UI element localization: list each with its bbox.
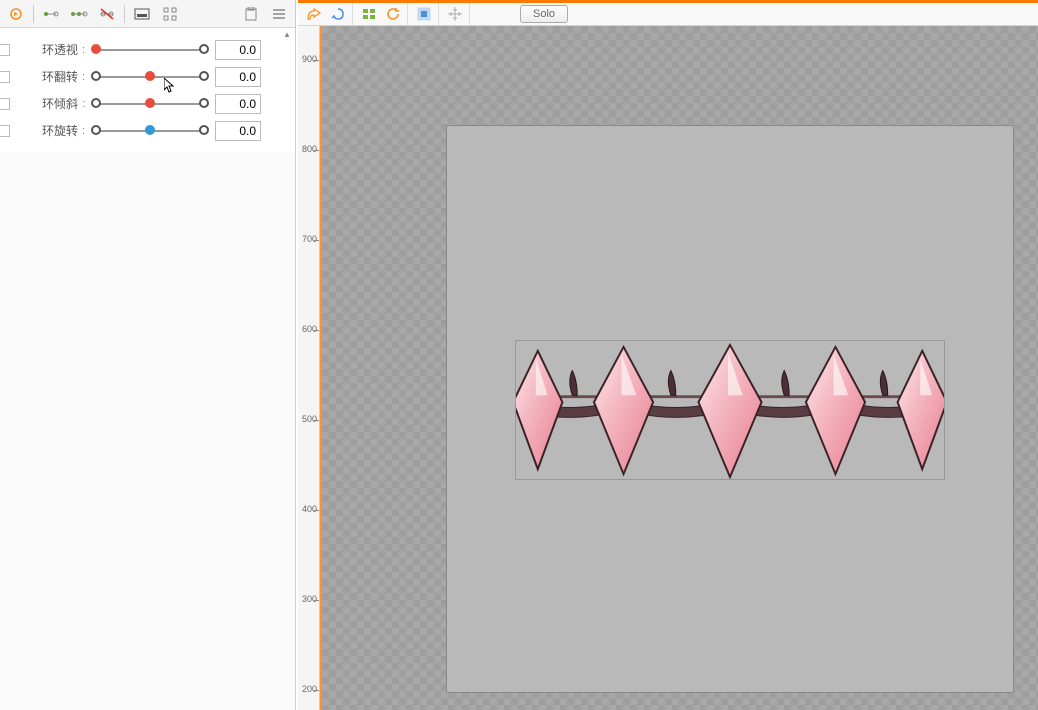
param-row-rotate: 环旋转 : bbox=[2, 117, 293, 144]
ruler-mark: 300 bbox=[297, 594, 317, 604]
param-checkbox[interactable] bbox=[0, 44, 10, 56]
scroll-up-icon[interactable]: ▲ bbox=[283, 30, 293, 40]
solo-button[interactable]: Solo bbox=[520, 5, 568, 23]
ruler-mark: 200 bbox=[297, 684, 317, 694]
param-checkbox[interactable] bbox=[0, 71, 10, 83]
param-label: 环透视 bbox=[22, 41, 82, 58]
viewport-panel: Solo 900 800 700 600 500 400 300 200 bbox=[298, 0, 1038, 710]
separator bbox=[124, 5, 125, 23]
param-row-perspective: 环透视 : bbox=[2, 36, 293, 63]
param-label: 环倾斜 bbox=[22, 95, 82, 112]
viewport-toolbar: Solo bbox=[298, 0, 1038, 26]
param-slider[interactable] bbox=[91, 41, 209, 59]
param-value-input[interactable] bbox=[215, 67, 261, 87]
arrow-tool-icon[interactable] bbox=[304, 4, 324, 24]
key-single-icon[interactable] bbox=[37, 2, 65, 26]
param-checkbox[interactable] bbox=[0, 125, 10, 137]
parameter-panel: ▲ 环透视 : 环翻转 : bbox=[0, 0, 296, 710]
param-value-input[interactable] bbox=[215, 94, 261, 114]
param-row-tilt: 环倾斜 : bbox=[2, 90, 293, 117]
refresh-icon[interactable] bbox=[383, 4, 403, 24]
canvas-viewport[interactable] bbox=[320, 26, 1038, 710]
canvas-frame[interactable] bbox=[446, 125, 1014, 693]
param-label: 环翻转 bbox=[22, 68, 82, 85]
vertical-ruler: 900 800 700 600 500 400 300 200 bbox=[298, 26, 320, 710]
param-slider[interactable] bbox=[91, 95, 209, 113]
clipboard-icon[interactable] bbox=[237, 2, 265, 26]
left-toolbar bbox=[0, 0, 295, 28]
param-label: 环旋转 bbox=[22, 122, 82, 139]
ruler-mark: 500 bbox=[297, 414, 317, 424]
grid-green-icon[interactable] bbox=[359, 4, 379, 24]
ruler-mark: 700 bbox=[297, 234, 317, 244]
grid-icon[interactable] bbox=[156, 2, 184, 26]
ruler-mark: 400 bbox=[297, 504, 317, 514]
separator bbox=[33, 5, 34, 23]
param-slider[interactable] bbox=[91, 122, 209, 140]
param-row-flip: 环翻转 : bbox=[2, 63, 293, 90]
parameter-list: 环透视 : 环翻转 : 环倾斜 : bbox=[0, 28, 295, 152]
lasso-tool-icon[interactable] bbox=[328, 4, 348, 24]
key-multi-icon[interactable] bbox=[65, 2, 93, 26]
no-key-icon[interactable] bbox=[93, 2, 121, 26]
snap-grid-icon[interactable] bbox=[445, 4, 465, 24]
menu-icon[interactable] bbox=[265, 2, 293, 26]
param-value-input[interactable] bbox=[215, 121, 261, 141]
param-checkbox[interactable] bbox=[0, 98, 10, 110]
expand-icon[interactable] bbox=[2, 2, 30, 26]
param-slider[interactable] bbox=[91, 68, 209, 86]
bounds-icon[interactable] bbox=[414, 4, 434, 24]
ruler-mark: 600 bbox=[297, 324, 317, 334]
ruler-mark: 900 bbox=[297, 54, 317, 64]
ruler-mark: 800 bbox=[297, 144, 317, 154]
display-icon[interactable] bbox=[128, 2, 156, 26]
param-value-input[interactable] bbox=[215, 40, 261, 60]
crown-graphic[interactable] bbox=[515, 340, 945, 480]
